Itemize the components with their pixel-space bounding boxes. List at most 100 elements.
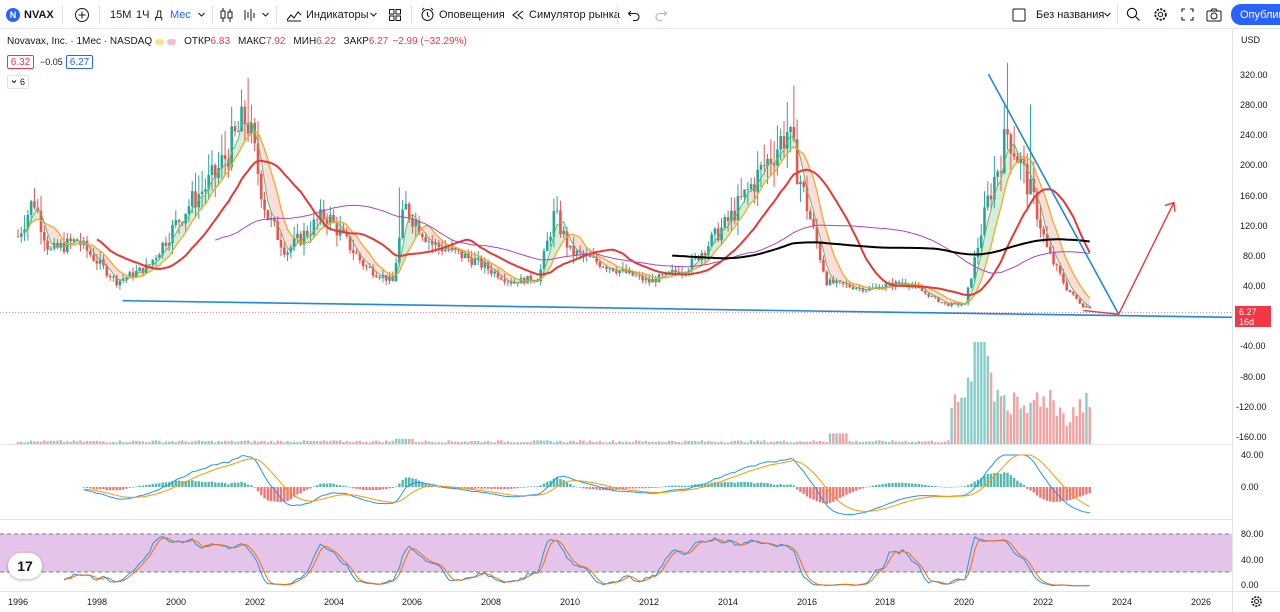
volume-bar xyxy=(595,442,598,444)
macd-histogram-bar xyxy=(197,481,201,487)
volume-bar xyxy=(710,441,713,444)
volume-bar xyxy=(526,442,529,444)
candle-body xyxy=(282,247,286,255)
candle-body xyxy=(661,274,664,276)
volume-bar xyxy=(565,442,569,444)
eye-icon[interactable] xyxy=(155,38,165,45)
sell-price-button[interactable]: 6.32 xyxy=(7,55,34,69)
macd-histogram-bar xyxy=(256,487,260,492)
candle-body xyxy=(1062,273,1065,283)
volume-bar xyxy=(664,442,667,444)
gear-icon[interactable] xyxy=(1250,595,1263,608)
macd-histogram-bar xyxy=(634,487,638,489)
macd-histogram-bar xyxy=(726,482,730,487)
volume-bar xyxy=(855,440,858,444)
volume-bar xyxy=(1065,425,1068,444)
volume-bar xyxy=(151,440,154,444)
volume-bar xyxy=(164,441,168,444)
macd-histogram-bar xyxy=(138,485,141,487)
indicators-toggle[interactable]: 6 xyxy=(7,75,29,89)
candle-body xyxy=(148,264,151,266)
candle-body xyxy=(549,236,552,241)
volume-bar xyxy=(496,440,500,444)
volume-bar xyxy=(792,442,796,444)
volume-bar xyxy=(135,440,138,444)
volume-bar xyxy=(832,433,835,444)
macd-histogram-bar xyxy=(848,487,851,494)
volume-bar xyxy=(763,440,766,444)
volume-bar xyxy=(158,440,161,444)
volume-bar xyxy=(927,441,930,444)
macd-histogram-bar xyxy=(588,487,592,490)
candle-body xyxy=(89,250,92,255)
macd-histogram-bar xyxy=(490,487,493,489)
drawings-layer[interactable] xyxy=(122,73,1233,319)
equals-icon[interactable] xyxy=(167,38,177,45)
buy-price-button[interactable]: 6.27 xyxy=(66,55,93,69)
volume-bar xyxy=(118,440,122,444)
candle-body xyxy=(851,287,855,290)
macd-histogram-bar xyxy=(677,485,680,487)
currency-label[interactable]: USD xyxy=(1241,35,1260,45)
volume-bar xyxy=(575,442,579,444)
volume-bar xyxy=(671,440,674,444)
macd-histogram-bar xyxy=(519,487,523,488)
volume-bar xyxy=(411,438,414,444)
tradingview-logo[interactable]: 17 xyxy=(8,553,42,579)
main-legend: Novavax, Inc. · 1Мес · NASDAQ ОТКР 6.83 М… xyxy=(7,36,467,47)
volume-bar xyxy=(431,441,434,444)
macd-histogram-bar xyxy=(789,484,792,487)
macd-histogram-bar xyxy=(526,486,529,488)
macd-histogram-bar xyxy=(674,485,677,487)
volume-bar xyxy=(1058,407,1062,444)
macd-histogram-bar xyxy=(375,487,378,491)
volume-bar xyxy=(986,355,990,444)
candle-body xyxy=(361,260,365,267)
candle-body xyxy=(444,249,447,252)
volume-bar xyxy=(542,440,546,444)
volume-bar xyxy=(911,441,914,444)
low-label: МИН xyxy=(293,36,317,47)
time-tick: 2012 xyxy=(638,597,660,607)
candle-body xyxy=(43,231,46,241)
volume-bar xyxy=(49,440,53,444)
volume-bar xyxy=(467,441,470,444)
macd-histogram-bar xyxy=(411,478,414,487)
volume-bar xyxy=(746,442,750,444)
macd-histogram-bar xyxy=(536,486,539,487)
volume-bar xyxy=(322,440,325,444)
macd-histogram-bar xyxy=(1045,487,1049,501)
candle-body xyxy=(996,171,999,177)
candle-body xyxy=(1009,134,1013,154)
volume-bar xyxy=(559,440,562,444)
chart-canvas[interactable] xyxy=(0,0,1280,612)
volume-bar xyxy=(1045,407,1049,444)
price-tick: 120.00 xyxy=(1240,221,1268,231)
volume-bar xyxy=(191,441,194,444)
candle-body xyxy=(138,267,141,271)
volume-bar xyxy=(220,441,224,444)
macd-histogram-bar xyxy=(766,483,769,487)
candle-body xyxy=(404,203,408,210)
candle-body xyxy=(930,295,934,297)
volume-bar xyxy=(904,441,907,444)
volume-bar xyxy=(943,441,947,444)
volume-bar xyxy=(772,441,776,444)
volume-bar xyxy=(33,441,36,444)
volume-bar xyxy=(993,401,996,444)
price-tick: 280.00 xyxy=(1240,100,1268,110)
macd-histogram-bar xyxy=(749,482,753,487)
macd-histogram-bar xyxy=(740,482,743,487)
macd-histogram-bar xyxy=(148,484,151,487)
candle-body xyxy=(365,266,368,267)
volume-bar xyxy=(154,440,158,444)
macd-histogram-bar xyxy=(269,487,273,502)
open-label: ОТКР xyxy=(184,36,211,47)
volume-bar xyxy=(138,441,141,444)
volume-bar xyxy=(920,441,924,444)
candle-body xyxy=(924,291,927,294)
macd-histogram-bar xyxy=(661,486,664,488)
candle-body xyxy=(112,276,115,278)
macd-histogram-bar xyxy=(1026,487,1029,489)
candle-body xyxy=(286,252,289,255)
